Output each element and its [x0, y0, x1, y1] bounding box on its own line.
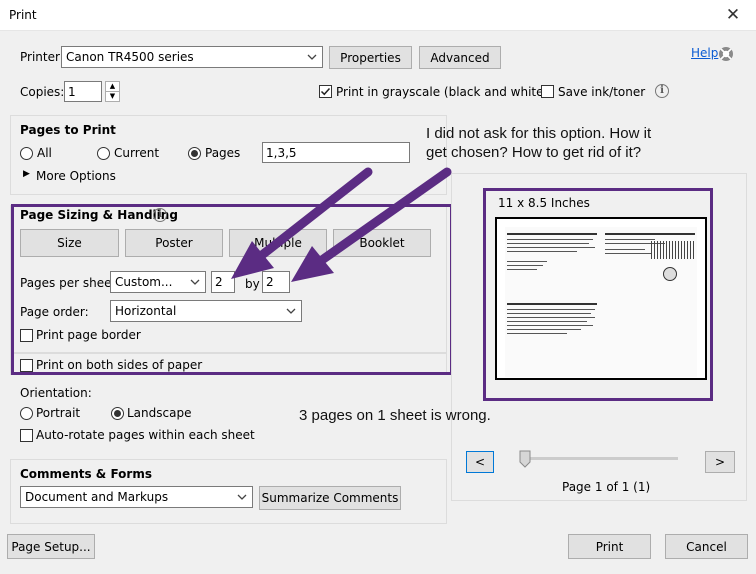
annotation-arrow-2 [291, 167, 452, 282]
annotation-arrow-1 [231, 167, 373, 279]
annotation-arrows [231, 167, 452, 282]
